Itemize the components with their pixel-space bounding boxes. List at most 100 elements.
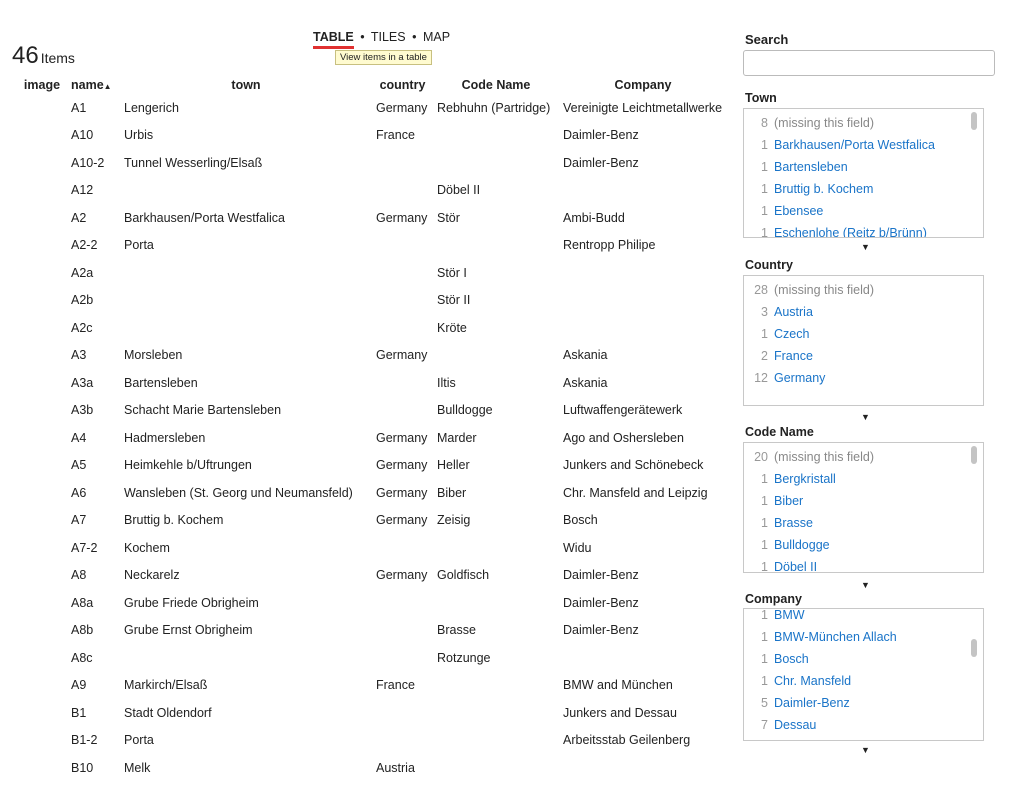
name-cell: B1-2: [71, 733, 98, 748]
view-table-link[interactable]: TABLE: [313, 30, 354, 44]
image-cell: [17, 204, 67, 232]
facet-item[interactable]: 1 BMW: [744, 608, 983, 626]
facet-item[interactable]: 1 Ebensee: [744, 200, 983, 222]
facet-item[interactable]: 1 Chr. Mansfeld: [744, 670, 983, 692]
facet-item[interactable]: 1 BMW-München Allach: [744, 626, 983, 648]
facet-item[interactable]: 2 France: [744, 345, 983, 367]
image-cell: [17, 672, 67, 700]
facet-item[interactable]: 3 Austria: [744, 301, 983, 323]
name-cell: A2b: [71, 293, 94, 308]
facet-item[interactable]: 1 Döbel II: [744, 556, 983, 572]
table-row[interactable]: A7-2 Kochem Widu: [17, 534, 727, 562]
column-header-code-name[interactable]: Code Name: [433, 75, 559, 94]
facet-company[interactable]: 1 BMW 1 BMW-München Allach 1 Bosch 1 Chr. Mansf…: [743, 608, 984, 741]
table-row[interactable]: A3a Bartensleben Iltis Askania: [17, 369, 727, 397]
facet-town-more-icon[interactable]: ▼: [861, 242, 870, 252]
facet-item[interactable]: 7 Dessau: [744, 714, 983, 736]
town-cell: Lengerich: [124, 100, 179, 115]
image-cell: [17, 369, 67, 397]
table-row[interactable]: A10 Urbis France Daimler-Benz: [17, 122, 727, 150]
facet-item-label: France: [774, 349, 813, 363]
facet-country[interactable]: 28 (missing this field) 3 Austria 1 Czech 2 Fra…: [743, 275, 984, 406]
image-cell: [17, 287, 67, 315]
facet-title-company: Company: [745, 592, 802, 606]
company-cell: Daimler-Benz: [563, 155, 639, 170]
facet-company-scrollbar[interactable]: [971, 639, 977, 657]
facet-item[interactable]: 1 Bartensleben: [744, 156, 983, 178]
table-row[interactable]: A2-2 Porta Rentropp Philipe: [17, 232, 727, 260]
table-row[interactable]: A3b Schacht Marie Bartensleben Bulldogge Lu…: [17, 397, 727, 425]
table-row[interactable]: A8b Grube Ernst Obrigheim Brasse Daimler-Be…: [17, 617, 727, 645]
table-row[interactable]: A9 Markirch/Elsaß France BMW and München: [17, 672, 727, 700]
name-cell: A8c: [71, 650, 93, 665]
table-row[interactable]: B1 Stadt Oldendorf Junkers and Dessau: [17, 699, 727, 727]
town-cell: Morsleben: [124, 348, 183, 363]
table-row[interactable]: A8 Neckarelz Germany Goldfisch Daimler-Benz: [17, 562, 727, 590]
facet-item-count: 1: [761, 608, 768, 622]
facet-item[interactable]: 1 Bergkristall: [744, 468, 983, 490]
search-input[interactable]: [743, 50, 995, 76]
facet-item-label: (missing this field): [774, 116, 875, 130]
table-row[interactable]: B10 Melk Austria: [17, 754, 727, 782]
column-header-country[interactable]: country: [372, 75, 433, 94]
town-cell: [120, 177, 372, 205]
code-name-cell: Stör I: [437, 265, 467, 280]
facet-item[interactable]: 1 Barkhausen/Porta Westfalica: [744, 134, 983, 156]
name-cell: A9: [71, 678, 87, 693]
facet-item-count: 1: [761, 674, 768, 688]
facet-item[interactable]: 20 (missing this field): [744, 446, 983, 468]
column-header-town[interactable]: town: [120, 75, 372, 94]
table-row[interactable]: A2b Stör II: [17, 287, 727, 315]
table-row[interactable]: A4 Hadmersleben Germany Marder Ago and Osher…: [17, 424, 727, 452]
facet-item[interactable]: 1 Brasse: [744, 512, 983, 534]
table-row[interactable]: A12 Döbel II: [17, 177, 727, 205]
town-cell: Hadmersleben: [124, 430, 206, 445]
image-cell: [17, 534, 67, 562]
town-cell: Barkhausen/Porta Westfalica: [124, 210, 285, 225]
table-row[interactable]: A3 Morsleben Germany Askania: [17, 342, 727, 370]
facet-item[interactable]: 8 (missing this field): [744, 112, 983, 134]
company-cell: Junkers and Schönebeck: [563, 458, 704, 473]
table-row[interactable]: B1-2 Porta Arbeitsstab Geilenberg: [17, 727, 727, 755]
country-cell: [372, 644, 433, 672]
table-row[interactable]: A8a Grube Friede Obrigheim Daimler-Benz: [17, 589, 727, 617]
table-row[interactable]: A5 Heimkehle b/Uftrungen Germany Heller Junk…: [17, 452, 727, 480]
view-map-link[interactable]: MAP: [423, 30, 450, 44]
table-row[interactable]: A2 Barkhausen/Porta Westfalica Germany Stör…: [17, 204, 727, 232]
facet-item-count: 1: [761, 630, 768, 644]
facet-item[interactable]: 28 (missing this field): [744, 279, 983, 301]
facet-item[interactable]: 1 Bruttig b. Kochem: [744, 178, 983, 200]
facet-country-more-icon[interactable]: ▼: [861, 412, 870, 422]
table-row[interactable]: A7 Bruttig b. Kochem Germany Zeisig Bosch: [17, 507, 727, 535]
code-name-cell: [433, 342, 559, 370]
facet-town[interactable]: 8 (missing this field) 1 Barkhausen/Porta W…: [743, 108, 984, 238]
facet-item[interactable]: 1 Bosch: [744, 648, 983, 670]
table-row[interactable]: A10-2 Tunnel Wesserling/Elsaß Daimler-Benz: [17, 149, 727, 177]
facet-item[interactable]: 1 Czech: [744, 323, 983, 345]
facet-code-name-more-icon[interactable]: ▼: [861, 580, 870, 590]
table-row[interactable]: A8c Rotzunge: [17, 644, 727, 672]
column-header-name[interactable]: name▲: [67, 75, 120, 94]
table-row[interactable]: A6 Wansleben (St. Georg und Neumansfeld) G…: [17, 479, 727, 507]
view-tiles-link[interactable]: TILES: [371, 30, 406, 44]
facet-item[interactable]: 1 Bulldogge: [744, 534, 983, 556]
table-row[interactable]: A2a Stör I: [17, 259, 727, 287]
facet-item-count: 28: [754, 283, 768, 297]
facet-item-label: (missing this field): [774, 283, 875, 297]
table-row[interactable]: A2c Kröte: [17, 314, 727, 342]
facet-item[interactable]: 1 Biber: [744, 490, 983, 512]
facet-item[interactable]: 5 Daimler-Benz: [744, 692, 983, 714]
company-cell: Widu: [563, 540, 592, 555]
facet-item[interactable]: 12 Germany: [744, 367, 983, 389]
facet-item-count: 5: [761, 696, 768, 710]
facet-code-name[interactable]: 20 (missing this field) 1 Bergkristall 1 Bibe…: [743, 442, 984, 573]
column-header-image[interactable]: image: [17, 75, 67, 94]
facet-company-more-icon[interactable]: ▼: [861, 745, 870, 755]
facet-item[interactable]: 1 Eschenlohe (Reitz b/Brünn): [744, 222, 983, 237]
country-cell: [372, 699, 433, 727]
facet-code-name-scrollbar[interactable]: [971, 446, 977, 464]
facet-town-scrollbar[interactable]: [971, 112, 977, 130]
item-count: 46 Items: [12, 42, 75, 70]
table-row[interactable]: A1 Lengerich Germany Rebhuhn (Partridge) Ver…: [17, 94, 727, 122]
column-header-company[interactable]: Company: [559, 75, 727, 94]
